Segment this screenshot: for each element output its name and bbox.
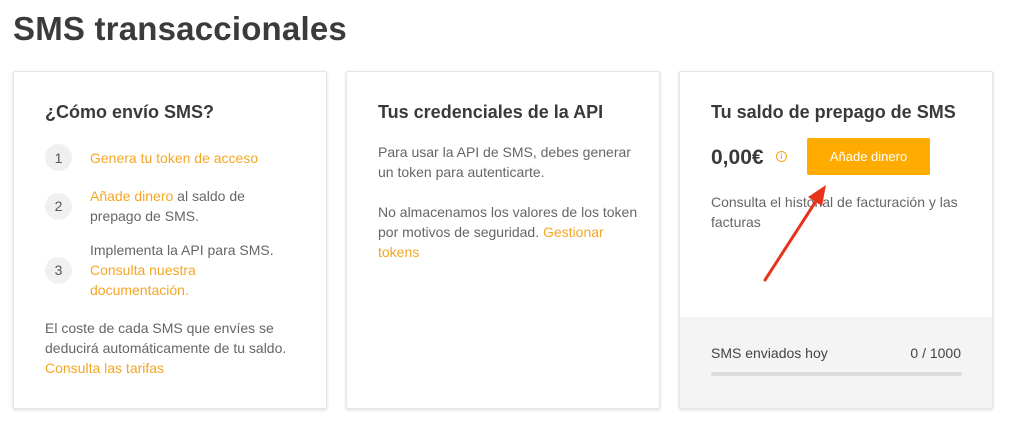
generate-token-link[interactable]: Genera tu token de acceso [90, 150, 258, 166]
cost-text: El coste de cada SMS que envíes se deduc… [45, 320, 287, 356]
step-number: 2 [45, 192, 72, 220]
billing-history-link[interactable]: Consulta el historial de facturación y l… [711, 192, 971, 232]
documentation-link[interactable]: Consulta nuestra documentación. [90, 262, 196, 298]
step-3: 3 Implementa la API para SMS. Consulta n… [45, 240, 290, 300]
balance-amount: 0,00€ [711, 146, 764, 169]
sms-usage-progress-bar [711, 372, 962, 376]
add-money-button[interactable]: Añade dinero [807, 138, 930, 175]
step-1: 1 Genera tu token de acceso [45, 144, 258, 171]
rates-link[interactable]: Consulta las tarifas [45, 360, 164, 376]
sms-usage-footer: SMS enviados hoy 0 / 1000 [680, 317, 992, 408]
info-icon[interactable]: i [776, 151, 787, 162]
api-paragraph-2: No almacenamos los valores de los token … [378, 202, 638, 262]
step-2: 2 Añade dinero al saldo de prepago de SM… [45, 186, 270, 226]
balance-title: Tu saldo de prepago de SMS [711, 102, 956, 122]
step-3-text: Implementa la API para SMS. [90, 242, 274, 258]
sms-sent-count: 0 / 1000 [910, 345, 961, 361]
add-money-link[interactable]: Añade dinero [90, 188, 173, 204]
api-title: Tus credenciales de la API [378, 102, 604, 122]
cost-info: El coste de cada SMS que envíes se deduc… [45, 318, 295, 378]
page-title: SMS transaccionales [13, 10, 347, 47]
api-credentials-card: Tus credenciales de la API Para usar la … [346, 71, 660, 409]
sms-sent-label: SMS enviados hoy [711, 345, 828, 361]
balance-card: Tu saldo de prepago de SMS 0,00€ i Añade… [679, 71, 993, 409]
how-to-title: ¿Cómo envío SMS? [45, 102, 215, 122]
step-number: 3 [45, 256, 72, 284]
how-to-card: ¿Cómo envío SMS? 1 Genera tu token de ac… [13, 71, 327, 409]
step-number: 1 [45, 144, 72, 171]
api-paragraph-1: Para usar la API de SMS, debes generar u… [378, 144, 631, 180]
